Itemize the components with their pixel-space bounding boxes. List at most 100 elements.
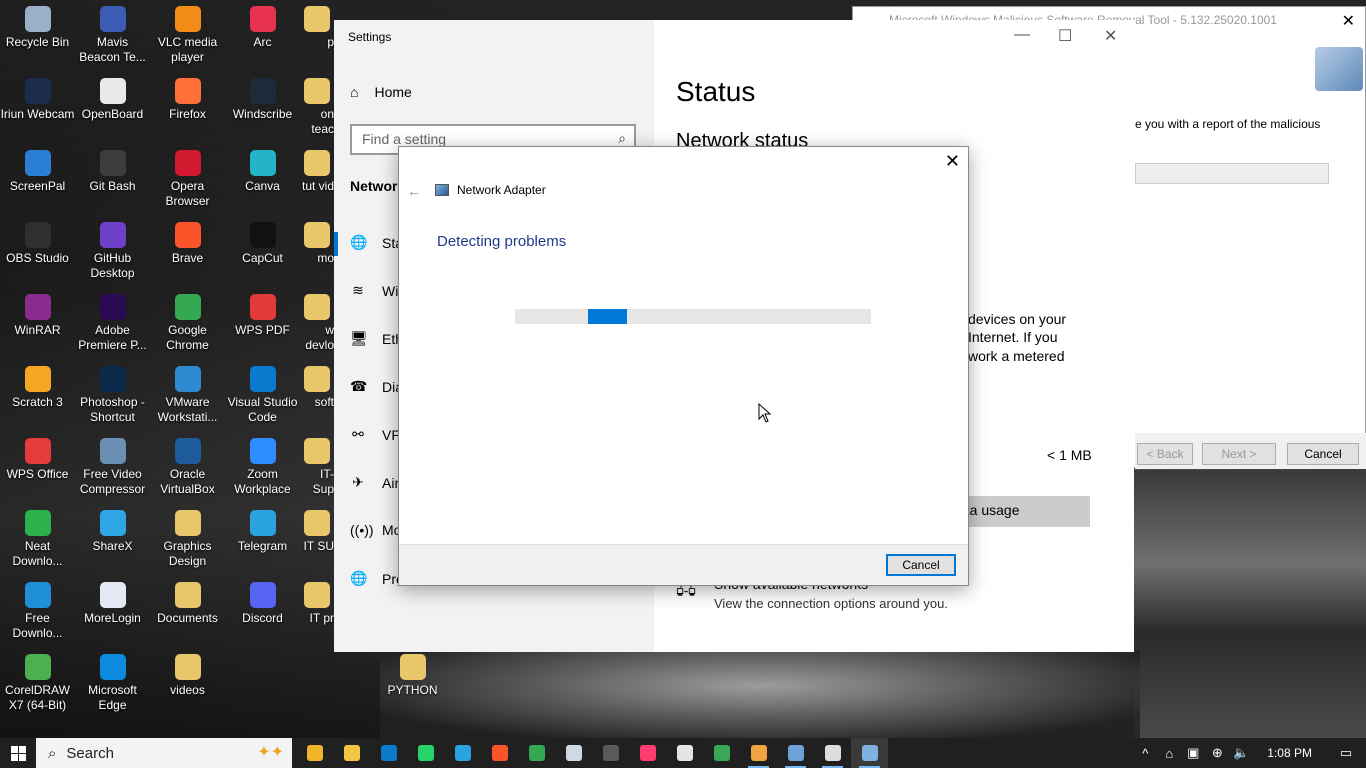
settings-nav-item[interactable]: ☎ Dia bbox=[350, 378, 403, 395]
settings-app[interactable] bbox=[814, 738, 851, 768]
network-adapter-dialog[interactable]: ✕ ← Network Adapter Detecting problems C… bbox=[398, 146, 969, 586]
desktop-icon[interactable]: OBS Studio bbox=[0, 222, 75, 266]
desktop-icon[interactable]: soft bbox=[300, 366, 334, 410]
desktop-icon[interactable]: Photoshop - Shortcut bbox=[75, 366, 150, 425]
desktop-icon[interactable]: IT SU bbox=[300, 510, 334, 554]
settings-nav-item[interactable]: 🌐 Pro bbox=[350, 570, 404, 587]
vmware-app[interactable] bbox=[740, 738, 777, 768]
desktop-icon[interactable]: Microsoft Edge bbox=[75, 654, 150, 713]
desktop-icon[interactable]: WinRAR bbox=[0, 294, 75, 338]
camera-icon[interactable]: ▣ bbox=[1181, 745, 1205, 761]
desktop-icon[interactable]: Neat Downlo... bbox=[0, 510, 75, 569]
settings-nav-item[interactable]: ≋ Wi bbox=[350, 282, 398, 299]
brave-icon bbox=[491, 745, 508, 761]
desktop-icon[interactable]: CorelDRAW X7 (64-Bit) bbox=[0, 654, 75, 713]
search-icon[interactable]: ⌕ bbox=[618, 130, 626, 147]
desktop-icon[interactable]: Oracle VirtualBox bbox=[150, 438, 225, 497]
desktop-icon[interactable]: ScreenPal bbox=[0, 150, 75, 194]
home-nav-item[interactable]: ⌂ Home bbox=[350, 84, 412, 100]
whatsapp-app[interactable] bbox=[407, 738, 444, 768]
desktop-icon[interactable]: Canva bbox=[225, 150, 300, 194]
desktop-icon[interactable]: Adobe Premiere P... bbox=[75, 294, 150, 353]
wordpress-app[interactable] bbox=[555, 738, 592, 768]
desktop-icon[interactable]: Zoom Workplace bbox=[225, 438, 300, 497]
start-button[interactable] bbox=[0, 738, 36, 768]
desktop-icon[interactable]: ShareX bbox=[75, 510, 150, 554]
taskbar-clock[interactable]: 1:08 PM bbox=[1253, 746, 1326, 760]
desktop-icon[interactable]: Recycle Bin bbox=[0, 6, 75, 50]
network-icon[interactable]: ⌂ bbox=[1157, 746, 1181, 761]
chrome-app[interactable] bbox=[518, 738, 555, 768]
opera-gx-app[interactable] bbox=[629, 738, 666, 768]
desktop-icon[interactable]: Graphics Design bbox=[150, 510, 225, 569]
settings-nav-item[interactable]: ✈ Air bbox=[350, 474, 399, 491]
desktop-icon[interactable]: Opera Browser bbox=[150, 150, 225, 209]
desktop-icon[interactable]: Brave bbox=[150, 222, 225, 266]
desktop-icon[interactable]: Telegram bbox=[225, 510, 300, 554]
desktop-icon[interactable]: VLC media player bbox=[150, 6, 225, 65]
notifications-icon[interactable]: ▭ bbox=[1326, 745, 1366, 761]
desktop-icon[interactable]: w devlo bbox=[300, 294, 334, 353]
desktop-icon[interactable]: Visual Studio Code bbox=[225, 366, 300, 425]
network-troubleshooter-app[interactable] bbox=[851, 738, 888, 768]
desktop-icon[interactable]: Scratch 3 bbox=[0, 366, 75, 410]
msrt-back-button[interactable]: < Back bbox=[1137, 443, 1193, 465]
desktop-icon[interactable]: Firefox bbox=[150, 78, 225, 122]
desktop-icon[interactable]: Documents bbox=[150, 582, 225, 626]
desktop-icon[interactable]: p bbox=[300, 6, 334, 50]
obs-app[interactable] bbox=[592, 738, 629, 768]
folder-icon bbox=[304, 222, 330, 248]
desktop-icon[interactable]: GitHub Desktop bbox=[75, 222, 150, 281]
desktop-icon[interactable]: IT pr bbox=[300, 582, 334, 626]
brave-app[interactable] bbox=[481, 738, 518, 768]
desktop-icon[interactable]: Free Downlo... bbox=[0, 582, 75, 641]
settings-nav-item[interactable]: ((•)) Mo bbox=[350, 522, 401, 538]
iriun-app[interactable] bbox=[666, 738, 703, 768]
maximize-icon[interactable]: ☐ bbox=[1058, 26, 1072, 46]
desktop-icon[interactable]: Discord bbox=[225, 582, 300, 626]
desktop-icon[interactable]: WPS PDF bbox=[225, 294, 300, 338]
desktop-icon-label: Discord bbox=[242, 611, 283, 625]
settings-nav-item[interactable]: 🌐 Sta bbox=[350, 234, 403, 251]
minimize-icon[interactable]: — bbox=[1014, 26, 1030, 44]
close-icon[interactable]: ✕ bbox=[945, 151, 960, 172]
taskbar-search-box[interactable]: ⌕ Search ✦✦ bbox=[36, 738, 292, 768]
desktop-icon[interactable]: Windscribe bbox=[225, 78, 300, 122]
cancel-button[interactable]: Cancel bbox=[886, 554, 956, 576]
msrt-next-button[interactable]: Next > bbox=[1202, 443, 1276, 465]
globe-icon[interactable]: ⊕ bbox=[1205, 745, 1229, 761]
desktop-icon[interactable]: CapCut bbox=[225, 222, 300, 266]
telegram-app[interactable] bbox=[444, 738, 481, 768]
desktop-icon[interactable]: Arc bbox=[225, 6, 300, 50]
desktop-icon[interactable]: IT-Sup bbox=[300, 438, 334, 497]
desktop-icon[interactable]: Mavis Beacon Te... bbox=[75, 6, 150, 65]
wps-app[interactable] bbox=[703, 738, 740, 768]
desktop-icon[interactable]: MoreLogin bbox=[75, 582, 150, 626]
data-usage-button[interactable]: ata usage bbox=[954, 496, 1090, 527]
desktop-icon[interactable]: Google Chrome bbox=[150, 294, 225, 353]
copilot-app[interactable] bbox=[296, 738, 333, 768]
desktop-icon[interactable]: Git Bash bbox=[75, 150, 150, 194]
desktop-icon[interactable]: on teac bbox=[300, 78, 334, 137]
chevron-up-icon[interactable]: ^ bbox=[1133, 746, 1157, 761]
desktop-icon[interactable]: PYTHON bbox=[375, 654, 450, 698]
desktop-icon[interactable]: Iriun Webcam bbox=[0, 78, 75, 122]
vscode-app[interactable] bbox=[370, 738, 407, 768]
malicious-removal-app[interactable] bbox=[777, 738, 814, 768]
close-icon[interactable]: ✕ bbox=[1104, 26, 1117, 46]
volume-icon[interactable]: 🔈 bbox=[1229, 745, 1253, 761]
desktop-icon[interactable]: tut vid bbox=[300, 150, 334, 194]
desktop-icon[interactable]: videos bbox=[150, 654, 225, 698]
desktop-icon[interactable]: Free Video Compressor bbox=[75, 438, 150, 497]
back-arrow-icon[interactable]: ← bbox=[407, 183, 421, 199]
desktop-icon[interactable]: WPS Office bbox=[0, 438, 75, 482]
desktop-icon[interactable]: OpenBoard bbox=[75, 78, 150, 122]
desktop-icon[interactable]: mo bbox=[300, 222, 334, 266]
settings-nav-item[interactable]: ⚯ VP bbox=[350, 426, 401, 443]
app-icon bbox=[249, 150, 276, 176]
msrt-cancel-button[interactable]: Cancel bbox=[1287, 443, 1359, 465]
file-explorer-app[interactable] bbox=[333, 738, 370, 768]
desktop-icon[interactable]: VMware Workstati... bbox=[150, 366, 225, 425]
settings-nav-item[interactable]: 🖥 Eth bbox=[350, 330, 403, 347]
close-icon[interactable]: ✕ bbox=[1342, 11, 1355, 31]
